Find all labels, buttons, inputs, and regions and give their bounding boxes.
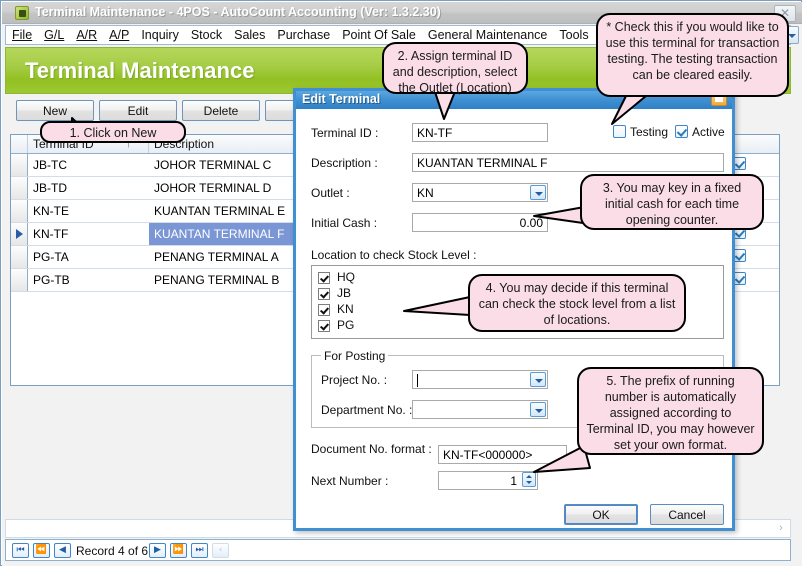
location-label: PG — [337, 318, 355, 332]
for-posting-label: For Posting — [321, 349, 389, 363]
next-record-button[interactable]: ▶ — [149, 543, 166, 558]
row-indicator — [11, 246, 28, 268]
outlet-label: Outlet : — [311, 186, 350, 200]
record-counter: Record 4 of 6 — [76, 544, 149, 558]
callout-4-tail — [402, 295, 472, 321]
navigator-scroll-left-icon[interactable]: ‹ — [212, 543, 229, 558]
text-caret — [417, 374, 418, 387]
callout-testing: * Check this if you would like to use th… — [596, 13, 789, 97]
next-page-button[interactable]: ⏩ — [170, 543, 187, 558]
menu-item-inquiry[interactable]: Inquiry — [135, 26, 185, 44]
cell-terminal-id: JB-TC — [33, 158, 67, 172]
project-no-label: Project No. : — [321, 373, 388, 387]
location-checkbox[interactable] — [318, 320, 330, 332]
location-label: HQ — [337, 270, 355, 284]
description-label: Description : — [311, 156, 378, 170]
menu-item-ap[interactable]: A/P — [103, 26, 135, 44]
callout-4: 4. You may decide if this terminal can c… — [468, 274, 686, 332]
project-no-select[interactable] — [412, 370, 548, 389]
menu-item-ap-label: A/P — [109, 28, 130, 42]
terminal-id-input[interactable]: KN-TF — [412, 123, 548, 142]
window-frame: Terminal Maintenance - 4POS - AutoCount … — [2, 2, 802, 566]
cell-terminal-id: KN-TF — [33, 227, 69, 241]
previous-record-button[interactable]: ◀ — [54, 543, 71, 558]
menu-item-gl-label: G/L — [44, 28, 65, 42]
scroll-right-icon[interactable]: › — [774, 522, 788, 536]
menu-item-sales[interactable]: Sales — [228, 26, 271, 44]
location-label: KN — [337, 302, 354, 316]
callout-1: 1. Click on New — [40, 121, 186, 143]
row-indicator — [11, 154, 28, 176]
chevron-down-icon[interactable] — [530, 372, 546, 387]
stock-level-label: Location to check Stock Level : — [311, 248, 477, 262]
menu-item-ar[interactable]: A/R — [70, 26, 103, 44]
row-indicator — [11, 223, 28, 245]
previous-page-button[interactable]: ⏪ — [33, 543, 50, 558]
department-no-label: Department No. : — [321, 403, 413, 417]
callout-5: 5. The prefix of running number is autom… — [577, 367, 764, 455]
menu-item-ar-label: A/R — [76, 28, 98, 42]
cell-terminal-id: PG-TA — [33, 250, 69, 264]
chevron-down-icon[interactable] — [530, 402, 546, 417]
cell-terminal-id: PG-TB — [33, 273, 70, 287]
location-checkbox[interactable] — [318, 288, 330, 300]
description-input[interactable]: KUANTAN TERMINAL F — [412, 153, 724, 172]
location-label: JB — [337, 286, 352, 300]
edit-button[interactable]: Edit — [99, 100, 177, 121]
outlet-selected-value: KN — [417, 186, 434, 200]
initial-cash-label: Initial Cash : — [311, 216, 378, 230]
ok-button[interactable]: OK — [564, 504, 638, 525]
dialog-title: Edit Terminal — [302, 92, 381, 106]
row-indicator — [11, 177, 28, 199]
menu-item-gl[interactable]: G/L — [38, 26, 70, 44]
current-row-arrow-icon — [16, 229, 23, 239]
window-title: Terminal Maintenance - 4POS - AutoCount … — [35, 5, 441, 19]
callout-testing-tail — [602, 94, 652, 128]
callout-3: 3. You may key in a fixed initial cash f… — [580, 174, 764, 230]
menu-item-file[interactable]: File — [6, 26, 38, 44]
next-number-stepper[interactable] — [522, 472, 536, 487]
callout-2: 2. Assign terminal ID and description, s… — [382, 42, 528, 95]
chevron-down-icon[interactable] — [530, 185, 546, 200]
delete-button[interactable]: Delete — [182, 100, 260, 121]
document-format-label: Document No. format : — [311, 442, 432, 456]
row-indicator — [11, 200, 28, 222]
location-checkbox[interactable] — [318, 272, 330, 284]
stepper-down-icon[interactable] — [526, 481, 532, 484]
menu-item-stock[interactable]: Stock — [185, 26, 228, 44]
menu-item-file-label: File — [12, 28, 33, 42]
cell-terminal-id: KN-TE — [33, 204, 69, 218]
active-label: Active — [692, 125, 725, 139]
cancel-button[interactable]: Cancel — [650, 504, 724, 525]
cell-terminal-id: JB-TD — [33, 181, 67, 195]
application-window: Terminal Maintenance - 4POS - AutoCount … — [0, 0, 802, 566]
record-navigator: ⏮ ⏪ ◀ Record 4 of 6 ▶ ⏩ ⏭ ‹ — [5, 539, 791, 561]
app-icon — [15, 6, 29, 20]
department-no-select[interactable] — [412, 400, 548, 419]
menu-item-purchase[interactable]: Purchase — [271, 26, 336, 44]
stepper-up-icon[interactable] — [526, 475, 532, 478]
outlet-select[interactable]: KN — [412, 183, 548, 202]
terminal-id-label: Terminal ID : — [311, 126, 379, 140]
last-record-button[interactable]: ⏭ — [191, 543, 208, 558]
page-title: Terminal Maintenance — [25, 58, 255, 83]
next-number-label: Next Number : — [311, 474, 389, 488]
menu-item-tools[interactable]: Tools — [553, 26, 594, 44]
grid-header-indicator — [11, 135, 28, 153]
row-indicator — [11, 269, 28, 291]
active-checkbox[interactable] — [675, 125, 688, 138]
initial-cash-input[interactable]: 0.00 — [412, 213, 548, 232]
location-checkbox[interactable] — [318, 304, 330, 316]
first-record-button[interactable]: ⏮ — [12, 543, 29, 558]
